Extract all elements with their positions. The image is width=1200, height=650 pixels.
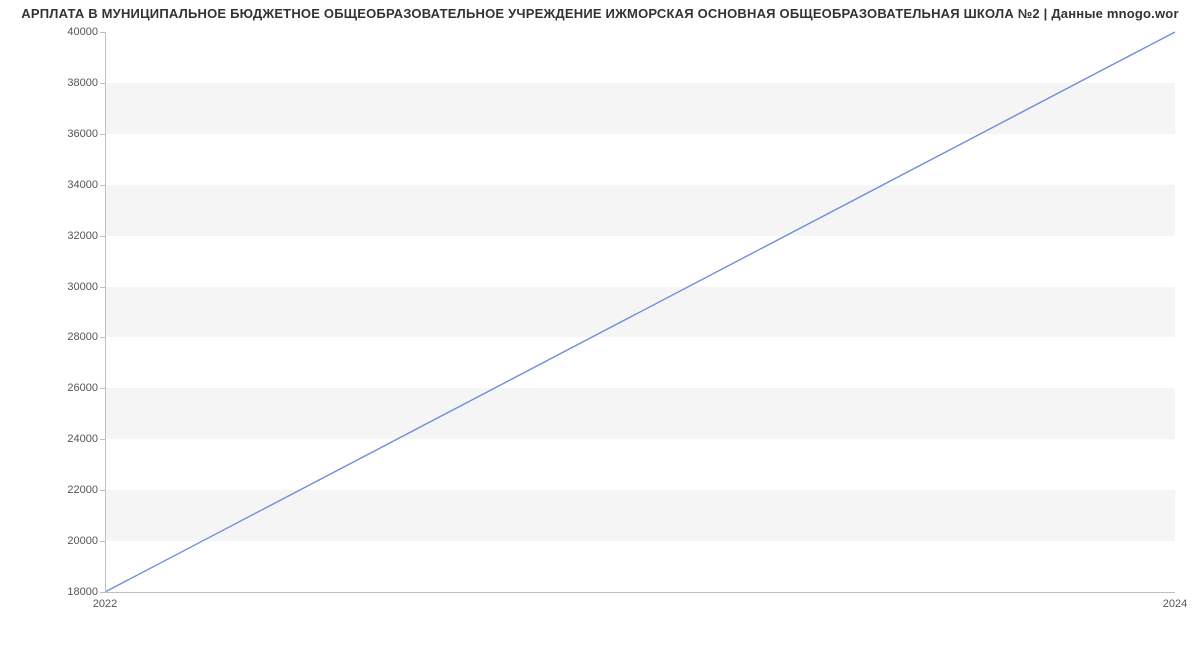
y-tick-label: 40000 <box>38 26 98 38</box>
y-tick-label: 28000 <box>38 331 98 343</box>
y-tick-label: 24000 <box>38 433 98 445</box>
y-tick-label: 30000 <box>38 281 98 293</box>
line-series <box>105 32 1175 592</box>
y-tick-label: 18000 <box>38 586 98 598</box>
plot-area <box>105 32 1175 592</box>
y-tick-label: 36000 <box>38 128 98 140</box>
x-axis <box>105 592 1175 593</box>
y-tick-label: 32000 <box>38 230 98 242</box>
y-tick-label: 22000 <box>38 484 98 496</box>
y-tick-label: 26000 <box>38 382 98 394</box>
y-axis <box>105 32 106 592</box>
x-tick-label: 2022 <box>93 598 117 610</box>
y-tick-label: 34000 <box>38 179 98 191</box>
y-tick-label: 38000 <box>38 77 98 89</box>
x-tick-label: 2024 <box>1163 598 1187 610</box>
y-tick-label: 20000 <box>38 535 98 547</box>
chart-title: АРПЛАТА В МУНИЦИПАЛЬНОЕ БЮДЖЕТНОЕ ОБЩЕОБ… <box>0 6 1200 21</box>
